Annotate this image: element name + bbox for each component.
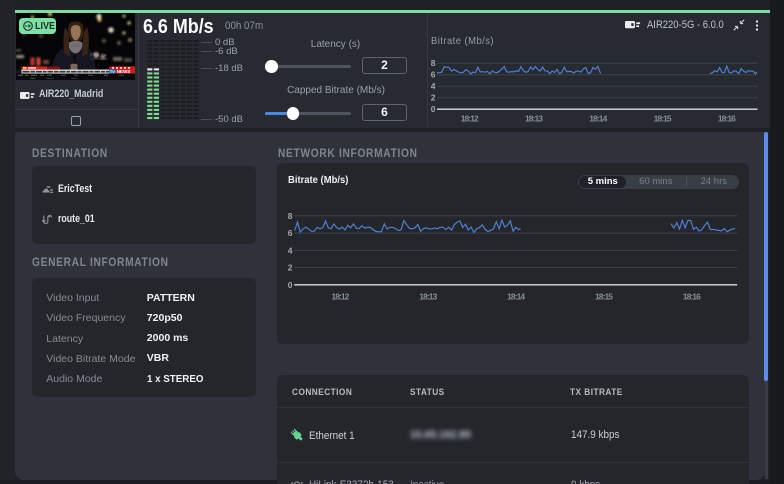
svg-text:18:15: 18:15 — [654, 114, 672, 124]
svg-text:6: 6 — [288, 228, 293, 238]
svg-text:2: 2 — [431, 93, 436, 103]
svg-text:4: 4 — [288, 246, 293, 256]
svg-text:0: 0 — [288, 280, 293, 290]
svg-text:18:16: 18:16 — [718, 114, 736, 124]
svg-text:18:13: 18:13 — [525, 114, 543, 124]
svg-text:18:15: 18:15 — [595, 291, 613, 301]
svg-text:18:14: 18:14 — [507, 291, 525, 301]
svg-text:8: 8 — [288, 211, 293, 221]
svg-text:4: 4 — [431, 81, 436, 91]
svg-text:2: 2 — [288, 263, 293, 273]
svg-text:8: 8 — [431, 58, 436, 68]
svg-text:18:16: 18:16 — [683, 291, 701, 301]
svg-text:18:13: 18:13 — [420, 291, 438, 301]
svg-text:0: 0 — [431, 104, 436, 114]
svg-text:18:12: 18:12 — [461, 114, 479, 124]
svg-text:6: 6 — [431, 70, 436, 80]
svg-text:18:14: 18:14 — [589, 114, 607, 124]
svg-text:18:12: 18:12 — [332, 291, 350, 301]
